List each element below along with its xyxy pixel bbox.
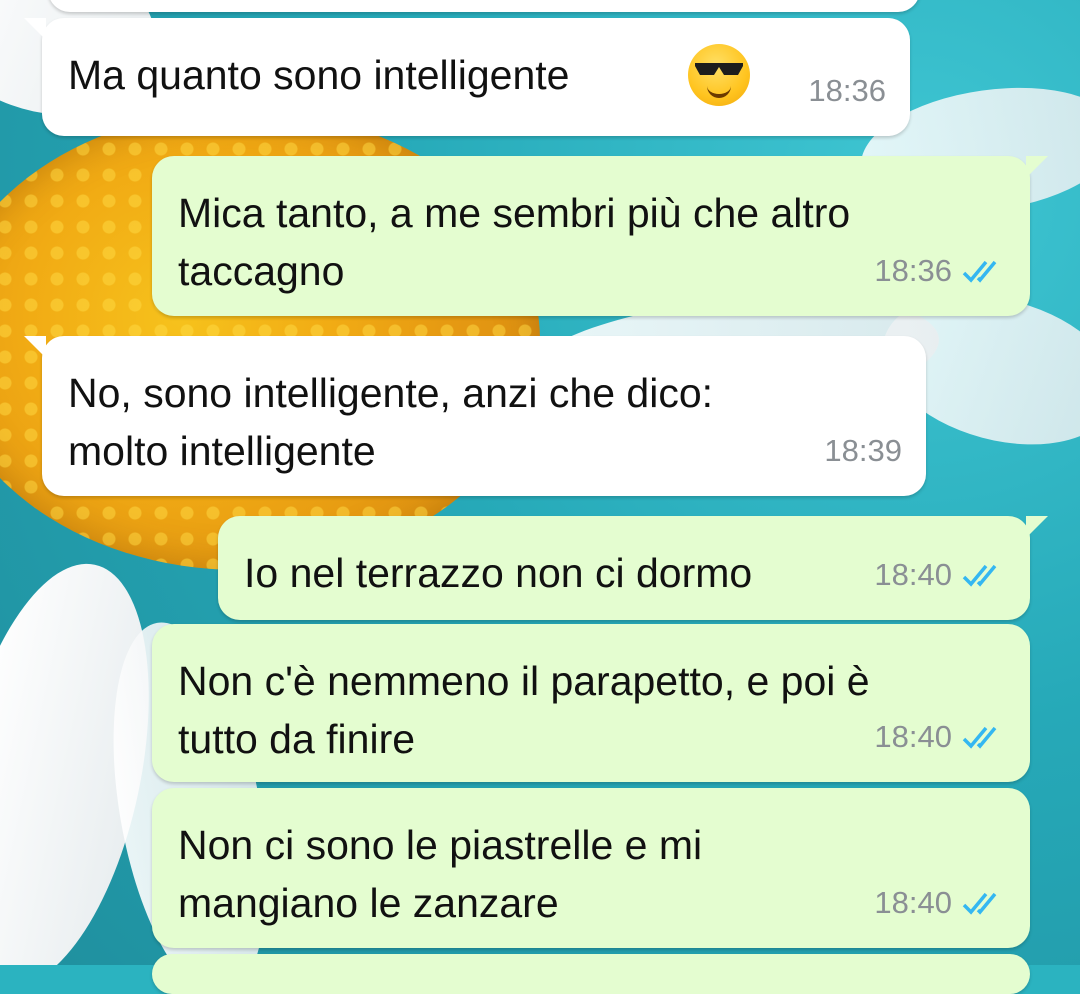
message-bubble-partial[interactable]: [152, 954, 1030, 994]
message-time: 18:36: [874, 253, 952, 288]
double-check-icon: [962, 726, 997, 749]
message-meta: 18:39: [824, 422, 902, 480]
message-meta: 18:40: [874, 874, 1006, 932]
message-time: 18:40: [874, 885, 952, 920]
message-text: No, sono intelligente, anzi che dico: mo…: [68, 370, 714, 474]
double-check-icon: [962, 564, 997, 587]
message-meta: 18:36: [808, 62, 886, 120]
sunglasses-emoji-icon: [688, 44, 750, 106]
message-bubble-outgoing[interactable]: Io nel terrazzo non ci dormo 18:40: [218, 516, 1048, 620]
message-bubble-outgoing[interactable]: Mica tanto, a me sembri più che altro ta…: [152, 156, 1048, 316]
message-time: 18:40: [874, 719, 952, 754]
double-check-icon: [962, 892, 997, 915]
message-bubble-outgoing[interactable]: Non c'è nemmeno il parapetto, e poi è tu…: [152, 624, 1030, 782]
message-meta: 18:40: [874, 708, 1006, 766]
message-time: 18:40: [874, 557, 952, 592]
message-bubble-partial[interactable]: [48, 0, 920, 12]
message-text: Ma quanto sono intelligente: [68, 52, 570, 98]
message-time: 18:39: [824, 433, 902, 468]
message-time: 18:36: [808, 73, 886, 108]
message-meta: 18:36: [874, 242, 1006, 300]
message-bubble-outgoing[interactable]: Non ci sono le piastrelle e mi mangiano …: [152, 788, 1030, 948]
message-bubble-incoming[interactable]: No, sono intelligente, anzi che dico: mo…: [24, 336, 926, 496]
double-check-icon: [962, 260, 997, 283]
message-meta: 18:40: [874, 546, 1006, 604]
message-bubble-incoming[interactable]: Ma quanto sono intelligente 18:36: [24, 18, 910, 136]
message-list[interactable]: Ma quanto sono intelligente 18:36 Mica t…: [0, 0, 1080, 994]
